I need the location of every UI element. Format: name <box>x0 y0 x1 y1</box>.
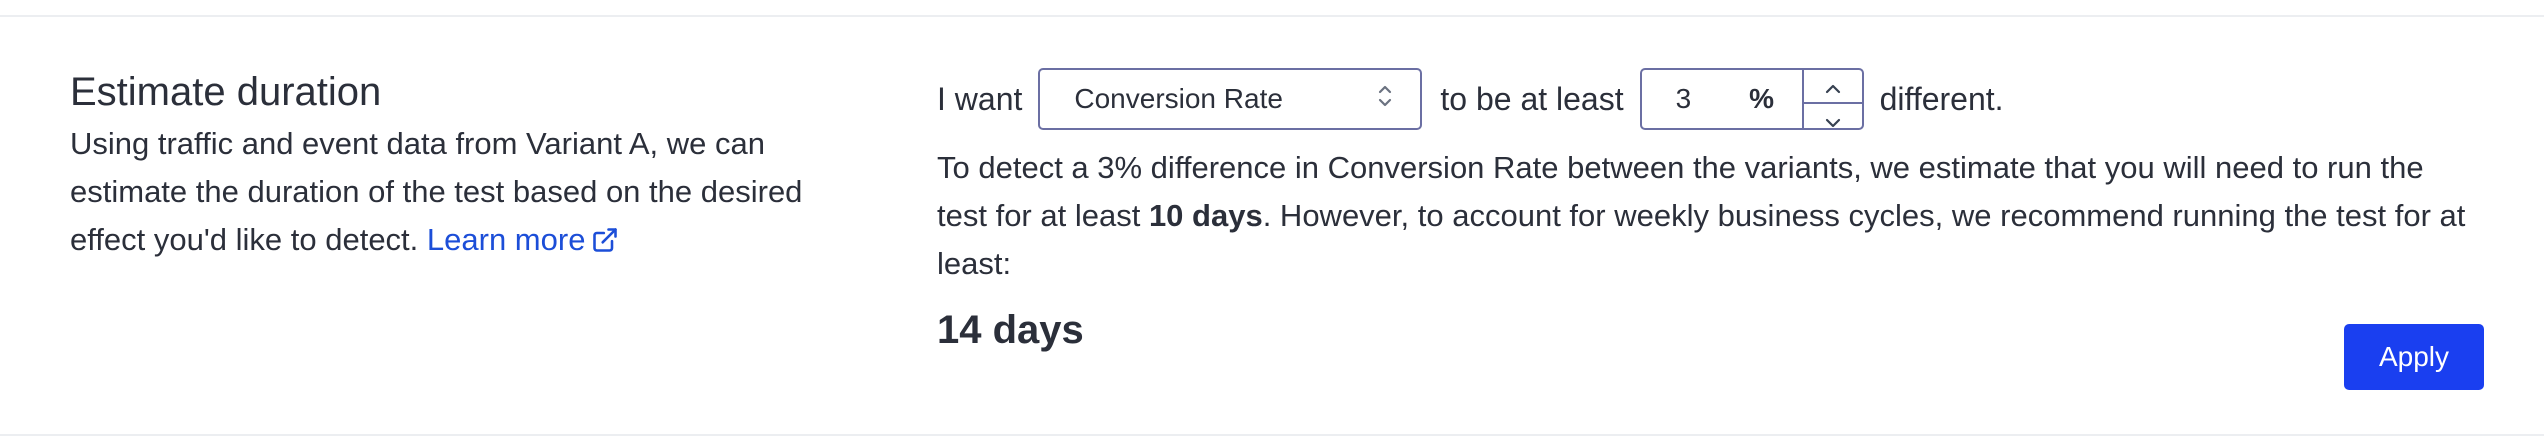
learn-more-link[interactable]: Learn more <box>427 222 620 257</box>
metric-select[interactable]: Conversion Rate <box>1038 68 1423 130</box>
section-description: Using traffic and event data from Varian… <box>70 120 850 264</box>
chevron-down-icon <box>1823 104 1843 136</box>
external-link-icon <box>585 222 619 257</box>
step-up-button[interactable] <box>1804 70 1862 102</box>
estimate-panel: I want Conversion Rate to be at least 3 … <box>937 66 2477 353</box>
goal-middle: to be at least <box>1440 80 1624 117</box>
section-info: Estimate duration Using traffic and even… <box>70 68 850 264</box>
goal-suffix: different. <box>1879 80 2004 117</box>
threshold-value[interactable]: 3 <box>1642 70 1722 128</box>
section-title: Estimate duration <box>70 70 382 114</box>
apply-button[interactable]: Apply <box>2344 324 2484 390</box>
learn-more-label: Learn more <box>426 222 586 257</box>
estimate-description: To detect a 3% difference in Conversion … <box>937 144 2477 288</box>
chevron-up-down-icon <box>1376 81 1394 118</box>
estimate-min-duration: 10 days <box>1148 198 1263 233</box>
goal-prefix: I want <box>937 80 1023 117</box>
threshold-input[interactable]: 3 % <box>1639 68 1864 130</box>
top-divider <box>0 15 2544 17</box>
threshold-stepper[interactable] <box>1801 70 1862 128</box>
goal-sentence: I want Conversion Rate to be at least 3 … <box>937 66 2477 132</box>
chevron-up-icon <box>1823 70 1843 102</box>
metric-select-value: Conversion Rate <box>1074 83 1283 114</box>
recommended-duration: 14 days <box>937 308 1084 352</box>
threshold-unit: % <box>1749 83 1775 114</box>
step-down-button[interactable] <box>1803 102 1862 136</box>
